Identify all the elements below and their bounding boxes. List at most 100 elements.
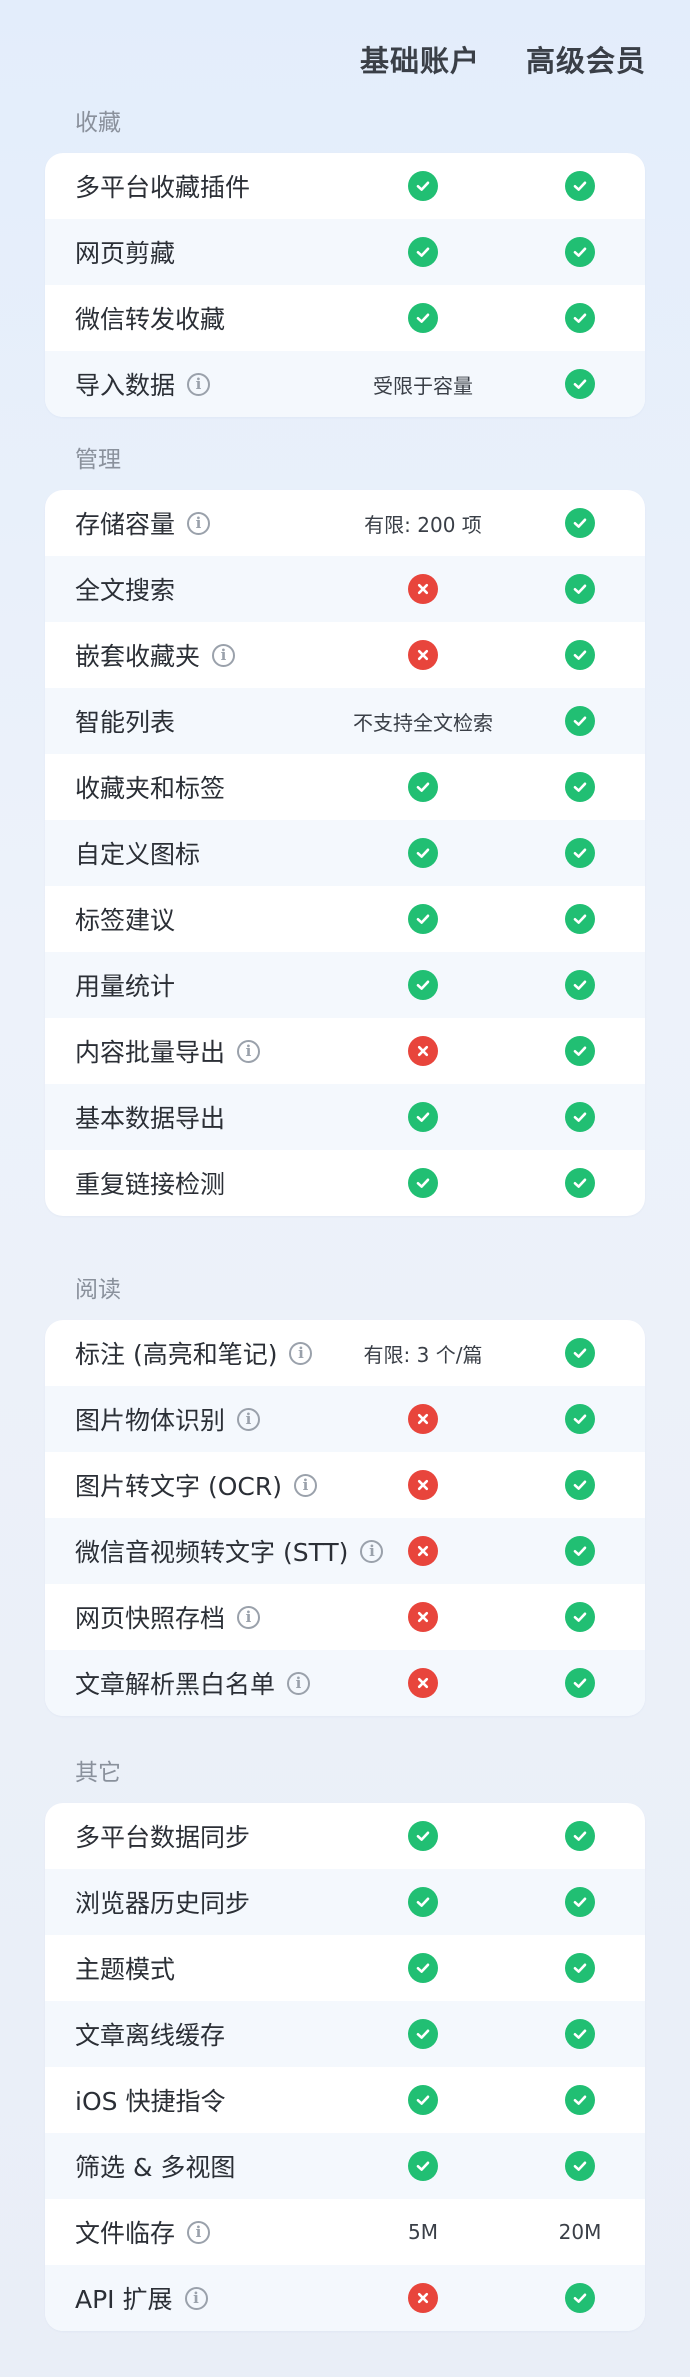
feature-label: iOS 快捷指令 (75, 2082, 225, 2118)
basic-plan-cell: 有限: 3 个/篇 (340, 1320, 506, 1386)
basic-plan-cell (340, 952, 506, 1018)
info-icon[interactable]: i (293, 1473, 317, 1497)
feature-label: 微信音视频转文字 (STT) i (75, 1533, 384, 1569)
check-circle-icon (408, 1821, 438, 1851)
cross-circle-icon (408, 2283, 438, 2313)
feature-row: 网页剪藏 (45, 219, 645, 285)
info-icon[interactable]: i (187, 511, 211, 535)
feature-card: 存储容量 i 有限: 200 项全文搜索 嵌套收藏夹 i 智能列表 不支持全文检索 收藏夹和标… (45, 490, 645, 1216)
feature-row: 标注 (高亮和笔记) i 有限: 3 个/篇 (45, 1320, 645, 1386)
feature-label-text: 微信转发收藏 (75, 305, 226, 334)
check-circle-icon (565, 640, 595, 670)
premium-plan-heading: 高级会员 (525, 44, 646, 78)
feature-label-text: 嵌套收藏夹 (75, 642, 201, 671)
feature-label-text: 筛选 & 多视图 (75, 2153, 236, 2182)
feature-label: 基本数据导出 (75, 1099, 225, 1135)
cross-circle-icon (408, 1668, 438, 1698)
check-circle-icon (565, 1168, 595, 1198)
premium-plan-cell (497, 1452, 645, 1518)
basic-plan-cell (340, 1584, 506, 1650)
feature-label: 内容批量导出 i (75, 1033, 261, 1069)
basic-plan-cell (340, 1650, 506, 1716)
check-circle-icon (408, 904, 438, 934)
check-circle-icon (565, 574, 595, 604)
check-circle-icon (565, 772, 595, 802)
feature-row: 内容批量导出 i (45, 1018, 645, 1084)
feature-row: 多平台收藏插件 (45, 153, 645, 219)
cross-circle-icon (408, 1470, 438, 1500)
premium-plan-cell (497, 1018, 645, 1084)
info-icon[interactable]: i (289, 1341, 313, 1365)
feature-value-text: 5M (408, 2220, 438, 2244)
info-icon[interactable]: i (212, 643, 236, 667)
feature-label: 图片物体识别 i (75, 1401, 261, 1437)
feature-label: 图片转文字 (OCR) i (75, 1467, 317, 1503)
basic-plan-cell (340, 1084, 506, 1150)
feature-label: 导入数据 i (75, 366, 211, 402)
premium-plan-cell (497, 886, 645, 952)
premium-plan-cell (497, 490, 645, 556)
feature-label-text: 内容批量导出 (75, 1038, 226, 1067)
check-circle-icon (565, 904, 595, 934)
feature-label-text: iOS 快捷指令 (75, 2087, 226, 2116)
check-circle-icon (565, 2151, 595, 2181)
check-circle-icon (565, 1953, 595, 1983)
feature-row: 自定义图标 (45, 820, 645, 886)
feature-row: 网页快照存档 i (45, 1584, 645, 1650)
basic-plan-cell (340, 1518, 506, 1584)
premium-plan-cell (497, 820, 645, 886)
check-circle-icon (565, 1821, 595, 1851)
info-icon[interactable]: i (187, 2220, 211, 2244)
feature-row: 基本数据导出 (45, 1084, 645, 1150)
premium-plan-cell (497, 1584, 645, 1650)
feature-row: 重复链接检测 (45, 1150, 645, 1216)
premium-plan-cell (497, 1386, 645, 1452)
check-circle-icon (565, 838, 595, 868)
check-circle-icon (408, 772, 438, 802)
cross-circle-icon (408, 1536, 438, 1566)
feature-label-text: 图片转文字 (OCR) (75, 1472, 282, 1501)
feature-row: 智能列表 不支持全文检索 (45, 688, 645, 754)
check-circle-icon (408, 1168, 438, 1198)
info-icon[interactable]: i (187, 372, 211, 396)
premium-plan-cell (497, 1935, 645, 2001)
check-circle-icon (408, 2151, 438, 2181)
check-circle-icon (565, 1102, 595, 1132)
info-icon[interactable]: i (237, 1407, 261, 1431)
check-circle-icon (408, 1953, 438, 1983)
premium-plan-cell (497, 2067, 645, 2133)
info-icon[interactable]: i (237, 1039, 261, 1063)
check-circle-icon (408, 303, 438, 333)
feature-label: API 扩展 i (75, 2280, 208, 2316)
info-icon[interactable]: i (184, 2286, 208, 2310)
feature-label-text: 浏览器历史同步 (75, 1889, 251, 1918)
premium-plan-cell (497, 688, 645, 754)
feature-row: 图片物体识别 i (45, 1386, 645, 1452)
feature-row: 浏览器历史同步 (45, 1869, 645, 1935)
feature-row: 文章解析黑白名单 i (45, 1650, 645, 1716)
check-circle-icon (565, 1887, 595, 1917)
feature-label-text: 收藏夹和标签 (75, 774, 226, 803)
feature-row: 存储容量 i 有限: 200 项 (45, 490, 645, 556)
feature-row: 标签建议 (45, 886, 645, 952)
feature-label-text: 主题模式 (75, 1955, 176, 1984)
feature-label: 文章解析黑白名单 i (75, 1665, 311, 1701)
check-circle-icon (565, 2283, 595, 2313)
feature-value-text: 有限: 3 个/篇 (363, 1342, 483, 1367)
feature-row: iOS 快捷指令 (45, 2067, 645, 2133)
feature-label: 文件临存 i (75, 2214, 211, 2250)
basic-plan-cell (340, 2265, 506, 2331)
feature-label: 筛选 & 多视图 (75, 2148, 235, 2184)
feature-label-text: 多平台数据同步 (75, 1823, 251, 1852)
feature-label: 智能列表 (75, 703, 175, 739)
premium-plan-cell: 20M (497, 2199, 645, 2265)
feature-label: 存储容量 i (75, 505, 211, 541)
basic-plan-cell (340, 886, 506, 952)
cross-circle-icon (408, 574, 438, 604)
info-icon[interactable]: i (287, 1671, 311, 1695)
check-circle-icon (408, 2085, 438, 2115)
basic-plan-cell (340, 1869, 506, 1935)
info-icon[interactable]: i (237, 1605, 261, 1629)
section-title: 管理 (75, 447, 121, 473)
check-circle-icon (408, 2019, 438, 2049)
